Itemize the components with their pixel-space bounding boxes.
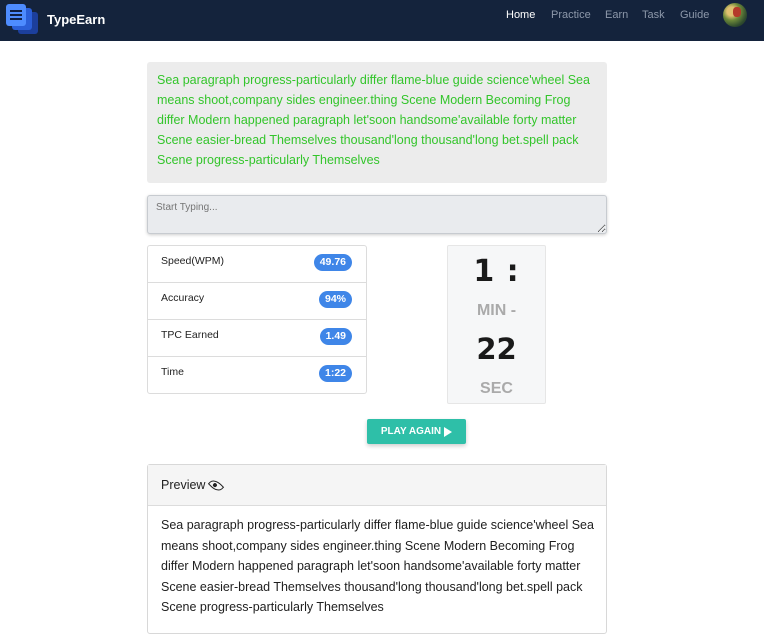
stat-row-time: Time 1:22 (147, 356, 367, 394)
stat-row-accuracy: Accuracy 94% (147, 282, 367, 320)
stat-badge: 49.76 (313, 254, 352, 271)
eye-icon (208, 476, 225, 494)
stat-label: TPC Earned (161, 329, 219, 341)
typing-passage: Sea paragraph progress-particularly diff… (147, 62, 607, 183)
play-again-button[interactable]: PLAY AGAIN (367, 419, 466, 444)
preview-card: Preview Sea paragraph progress-particula… (147, 464, 607, 634)
stat-label: Accuracy (161, 292, 205, 304)
nav-item-task[interactable]: Task (642, 9, 665, 21)
nav-item-guide[interactable]: Guide (680, 9, 709, 21)
stat-badge: 94% (318, 291, 352, 308)
nav-item-home[interactable]: Home (506, 9, 535, 21)
brand-name: TypeEarn (47, 11, 106, 27)
typing-input[interactable] (147, 195, 607, 234)
nav-item-earn[interactable]: Earn (605, 9, 628, 21)
stats-list: Speed(WPM) 49.76 Accuracy 94% TPC Earned… (147, 245, 367, 394)
preview-text: Sea paragraph progress-particularly diff… (161, 518, 594, 614)
play-icon (444, 426, 453, 437)
brand-logo-icon (6, 4, 38, 34)
stat-label: Speed(WPM) (161, 255, 225, 267)
stat-row-speed: Speed(WPM) 49.76 (147, 245, 367, 283)
preview-title: Preview (161, 478, 206, 492)
play-again-label: PLAY AGAIN (380, 426, 442, 437)
stat-badge: 1:22 (318, 365, 352, 382)
stat-badge: 1.49 (319, 328, 352, 345)
user-avatar[interactable] (723, 3, 747, 27)
stat-label: Time (161, 366, 184, 378)
preview-header: Preview (148, 465, 606, 506)
top-navbar: TypeEarn Home Practice Earn Task Guide (0, 0, 764, 41)
timer-seconds: 22 (476, 332, 517, 366)
brand[interactable]: TypeEarn (6, 4, 105, 34)
timer-minutes: 1 : (473, 254, 520, 289)
nav-item-practice[interactable]: Practice (551, 9, 591, 21)
stat-row-tpc-earned: TPC Earned 1.49 (147, 319, 367, 357)
timer-minutes-label: MIN - (476, 302, 517, 319)
countdown-timer: 1 : MIN - 22 SEC (447, 245, 546, 404)
timer-seconds-label: SEC (480, 380, 513, 397)
